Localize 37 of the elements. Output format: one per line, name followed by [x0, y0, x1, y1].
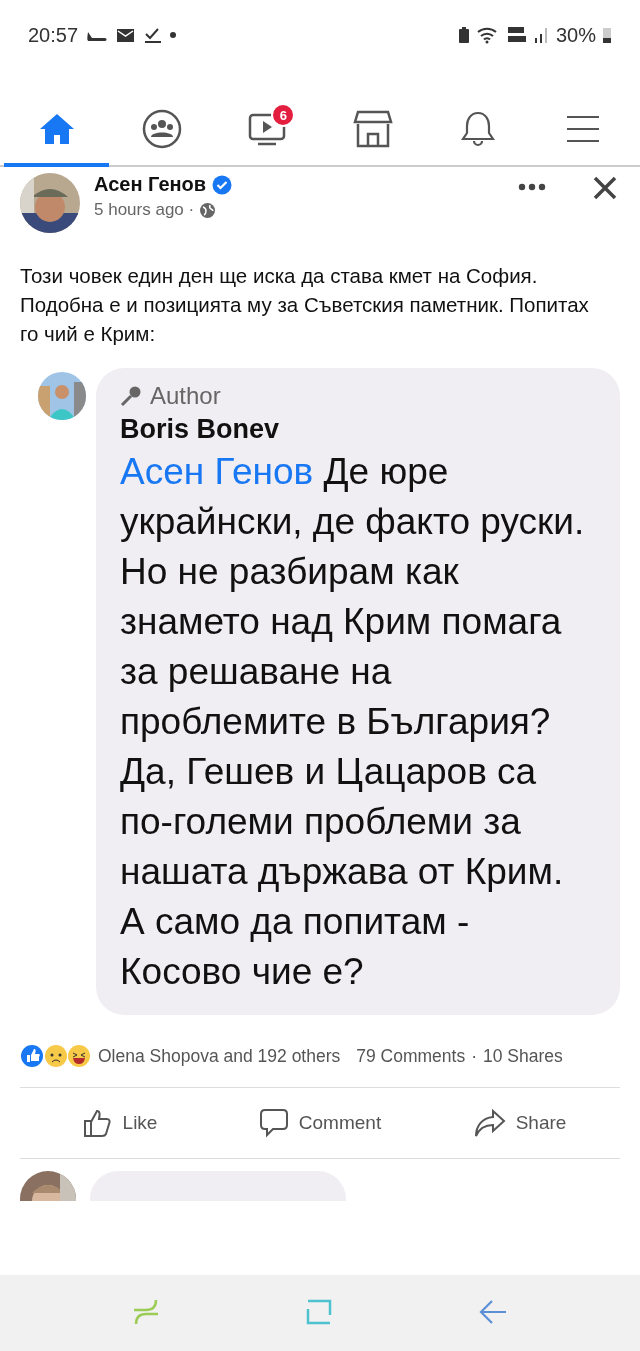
comment-button[interactable]: Comment: [220, 1107, 420, 1139]
battery-icon: [602, 26, 612, 44]
shares-count[interactable]: 10 Shares: [483, 1045, 563, 1067]
bell-icon: [459, 110, 496, 148]
mail-icon: [116, 27, 137, 43]
comment-text: Асен Генов Де юре украйнски, де факто руски. Но не разбирам как знамето над Крим помага за решаване на проблемите в България? Да, Гешев и Цацаров са по-големи проблеми за нашата държава от Крим. А само да попитам - Косово чие е?: [120, 450, 586, 994]
menu-icon: [566, 114, 601, 144]
nav-tab[interactable]: 6: [214, 95, 320, 167]
clock-time: 20:57: [28, 23, 79, 47]
signal-icon: [533, 26, 550, 44]
groups-icon: [142, 109, 182, 149]
mention-link[interactable]: Асен Генов: [120, 451, 314, 492]
close-icon: [592, 175, 618, 201]
comments-count[interactable]: 79 Comments: [356, 1045, 466, 1067]
dot-icon: [170, 32, 177, 38]
thumbs-up-icon: [82, 1108, 113, 1138]
video-icon: [248, 111, 287, 147]
commenter-name[interactable]: Boris Bonev: [120, 414, 596, 445]
like-button[interactable]: Like: [20, 1107, 220, 1139]
author-name[interactable]: Асен Генов: [94, 173, 207, 196]
reaction-icons-drawing: [20, 1043, 92, 1069]
author-label: Author: [150, 382, 221, 410]
separator-dot[interactable]: ·: [471, 1045, 478, 1067]
microphone-icon: [120, 385, 142, 407]
notification-badge: 6: [271, 103, 296, 127]
battery-percentage: 30%: [555, 23, 596, 47]
share-arrow-icon: [473, 1108, 506, 1138]
more-icon: [518, 183, 546, 191]
share-button[interactable]: Share: [420, 1107, 620, 1139]
reactions-summary[interactable]: Olena Shopova and 192 others: [98, 1045, 341, 1067]
battery-saver-icon: [457, 26, 470, 44]
post-text: Този човек един ден ще иска да става кмет на София. Подобна е и позицията му за Съветския паметник. Попитах го чий е Крим:: [20, 263, 590, 347]
checkmark-icon: [144, 27, 163, 43]
speech-bubble-icon: [258, 1108, 289, 1138]
post-time[interactable]: 5 hours ago ·: [94, 200, 195, 220]
shop-icon: [352, 110, 393, 148]
globe-icon: [199, 201, 217, 219]
